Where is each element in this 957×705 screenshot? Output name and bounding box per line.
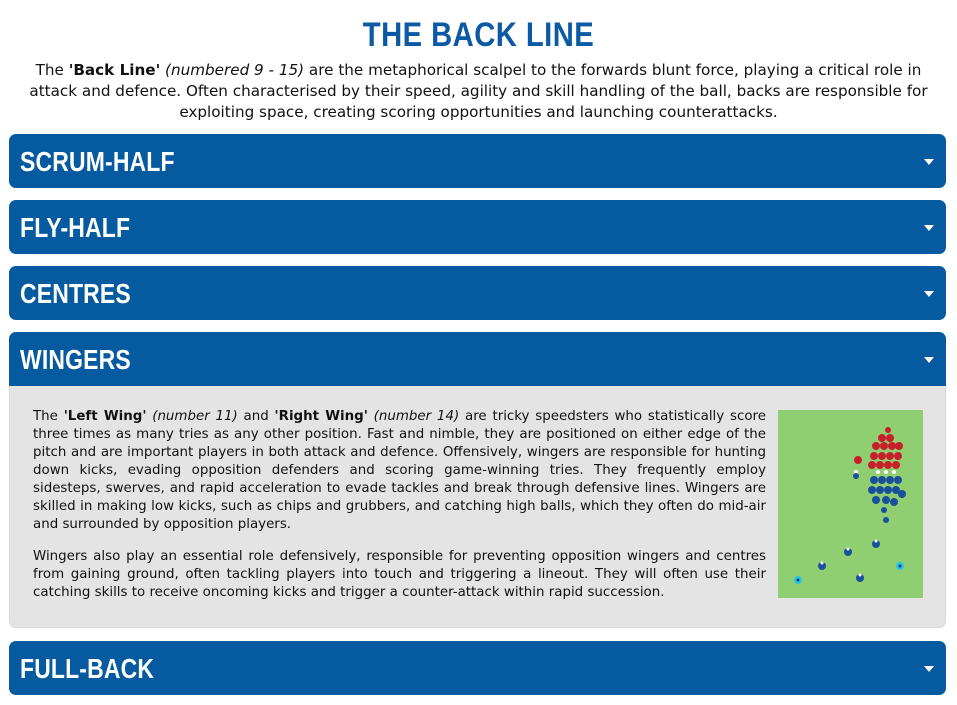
italic-number-14: (number 14): [373, 409, 460, 424]
accordion-title-full-back: FULL-BACK: [20, 653, 155, 684]
accordion-header-scrum-half[interactable]: SCRUM-HALF: [9, 134, 946, 188]
accordion-header-full-back[interactable]: FULL-BACK: [9, 641, 946, 695]
intro-text-1: The: [35, 61, 69, 79]
wingers-description: The 'Left Wing' (number 11) and 'Right W…: [33, 408, 766, 616]
accordion-header-wingers[interactable]: WINGERS: [9, 332, 946, 386]
accordion-title-wingers: WINGERS: [20, 344, 131, 375]
page: THE BACK LINE The 'Back Line' (numbered …: [0, 0, 957, 705]
accordion-title-scrum-half: SCRUM-HALF: [20, 146, 175, 177]
rugby-formation-illustration: [778, 410, 923, 598]
accordion-header-centres[interactable]: CENTRES: [9, 266, 946, 320]
page-title: THE BACK LINE: [362, 16, 595, 54]
intro-italic-numbers: (numbered 9 - 15): [165, 61, 305, 79]
chevron-down-icon: [924, 159, 934, 165]
accordion-panel-wingers: The 'Left Wing' (number 11) and 'Right W…: [9, 386, 946, 628]
formation-svg: [778, 410, 923, 598]
text-span: The: [33, 409, 64, 424]
accordion-title-centres: CENTRES: [20, 278, 131, 309]
chevron-down-icon: [924, 291, 934, 297]
bold-left-wing: 'Left Wing': [63, 409, 147, 424]
accordion-header-fly-half[interactable]: FLY-HALF: [9, 200, 946, 254]
intro-paragraph: The 'Back Line' (numbered 9 - 15) are th…: [10, 60, 947, 123]
text-span: and: [237, 409, 275, 424]
chevron-down-icon: [924, 357, 934, 363]
accordion-title-fly-half: FLY-HALF: [20, 212, 131, 243]
chevron-down-icon: [924, 666, 934, 672]
text-span: are tricky speedsters who statistically …: [33, 409, 766, 532]
chevron-down-icon: [924, 225, 934, 231]
wingers-paragraph-1: The 'Left Wing' (number 11) and 'Right W…: [33, 408, 766, 534]
wingers-paragraph-2: Wingers also play an essential role defe…: [33, 549, 766, 600]
bold-right-wing: 'Right Wing': [274, 409, 368, 424]
intro-bold-back-line: 'Back Line': [68, 61, 161, 79]
italic-number-11: (number 11): [152, 409, 238, 424]
